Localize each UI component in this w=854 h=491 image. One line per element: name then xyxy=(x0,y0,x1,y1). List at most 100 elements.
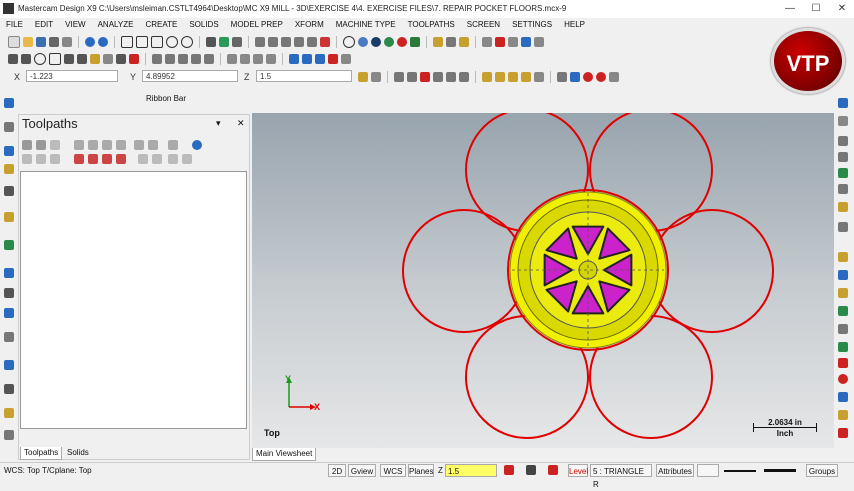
level-button[interactable]: Level xyxy=(568,464,588,477)
drafting-icon[interactable] xyxy=(90,54,100,64)
quick-mask-points-icon[interactable] xyxy=(838,116,848,126)
x-coordinate-input[interactable]: -1.223 xyxy=(26,70,118,82)
stock-icon[interactable] xyxy=(4,212,14,222)
vector-select-icon[interactable] xyxy=(459,72,469,82)
view-right-icon[interactable] xyxy=(281,37,291,47)
quick-mask-results-icon[interactable] xyxy=(838,358,848,368)
undo-icon[interactable] xyxy=(85,37,95,47)
solid-face-icon[interactable] xyxy=(482,72,492,82)
xform-rotate-icon[interactable] xyxy=(240,54,250,64)
toolpath-pocket-icon[interactable] xyxy=(302,54,312,64)
break-icon[interactable] xyxy=(129,54,139,64)
hatch-icon[interactable] xyxy=(4,430,14,440)
zoom-in-icon[interactable] xyxy=(166,36,178,48)
menu-model-prep[interactable]: MODEL PREP xyxy=(225,18,289,32)
select-dirty-ops-icon[interactable] xyxy=(36,140,46,150)
quick-mask-clear-icon[interactable] xyxy=(838,374,848,384)
point-style-icon[interactable] xyxy=(8,54,18,64)
tab-solids[interactable]: Solids xyxy=(64,447,92,459)
maximize-button[interactable]: ☐ xyxy=(804,1,828,16)
move-down-icon[interactable] xyxy=(74,154,84,164)
toolpath-contour-icon[interactable] xyxy=(289,54,299,64)
select-icon[interactable] xyxy=(4,308,14,318)
regenerate-icon[interactable] xyxy=(50,140,60,150)
analyze-icon[interactable] xyxy=(482,37,492,47)
menu-help[interactable]: HELP xyxy=(558,18,591,32)
line-icon[interactable] xyxy=(446,37,456,47)
zoom-fit-icon[interactable] xyxy=(136,36,148,48)
quick-mask-level-icon[interactable] xyxy=(838,270,848,280)
zoom-target-icon[interactable] xyxy=(151,36,163,48)
print-icon[interactable] xyxy=(49,37,59,47)
quick-mask-surfaces-icon[interactable] xyxy=(838,184,848,194)
zoom-window-icon[interactable] xyxy=(121,36,133,48)
wireframe-icon[interactable] xyxy=(343,36,355,48)
gview-button[interactable]: Gview xyxy=(348,464,376,477)
menu-file[interactable]: FILE xyxy=(0,18,29,32)
minimize-button[interactable]: — xyxy=(778,1,802,16)
toggle-post-icon[interactable] xyxy=(36,154,46,164)
unhide-icon[interactable] xyxy=(596,72,606,82)
fast-point-icon[interactable] xyxy=(371,72,381,82)
view-iso-icon[interactable] xyxy=(294,37,304,47)
quick-mask-all-icon[interactable] xyxy=(838,98,848,108)
clear-colors-icon[interactable] xyxy=(583,72,593,82)
quick-mask-lines-icon[interactable] xyxy=(838,136,848,146)
2d-3d-toggle-button[interactable]: 2D xyxy=(328,464,346,477)
line-style-select[interactable] xyxy=(724,470,756,472)
transform-icon[interactable] xyxy=(521,37,531,47)
solid-color-icon[interactable] xyxy=(526,465,536,475)
toggle-lock-icon[interactable] xyxy=(50,154,60,164)
new-file-icon[interactable] xyxy=(8,36,20,48)
menu-analyze[interactable]: ANALYZE xyxy=(92,18,140,32)
cut-icon[interactable] xyxy=(62,37,72,47)
collapse-icon[interactable] xyxy=(152,154,162,164)
close-button[interactable]: ✕ xyxy=(830,1,854,16)
quick-mask-entity-icon[interactable] xyxy=(838,410,848,420)
dynamic-rotate-icon[interactable] xyxy=(219,37,229,47)
toggle-display-icon[interactable] xyxy=(22,154,32,164)
art-icon[interactable] xyxy=(4,164,14,174)
xform-translate-icon[interactable] xyxy=(227,54,237,64)
view-top-icon[interactable] xyxy=(255,37,265,47)
levels-manager-icon[interactable] xyxy=(4,146,14,156)
view-cplane-icon[interactable] xyxy=(307,37,317,47)
mirror-icon[interactable] xyxy=(534,37,544,47)
insert-arrow-icon[interactable] xyxy=(102,154,112,164)
solid-edge-icon[interactable] xyxy=(495,72,505,82)
attributes-button[interactable]: Attributes xyxy=(656,464,694,477)
move-up-icon[interactable] xyxy=(88,154,98,164)
view-options-icon[interactable] xyxy=(320,37,330,47)
z-coordinate-input[interactable]: 1.5 xyxy=(256,70,352,82)
menu-toolpaths[interactable]: TOOLPATHS xyxy=(402,18,461,32)
planes-icon[interactable] xyxy=(4,186,14,196)
select-only-icon[interactable] xyxy=(407,72,417,82)
panel-close-button[interactable]: ✕ xyxy=(237,118,245,129)
quick-mask-faces-icon[interactable] xyxy=(838,288,848,298)
expand-icon[interactable] xyxy=(138,154,148,164)
menu-edit[interactable]: EDIT xyxy=(29,18,59,32)
y-coordinate-input[interactable]: 4.89952 xyxy=(142,70,238,82)
panel-pin-button[interactable]: ▾ xyxy=(216,118,221,129)
circle-icon[interactable] xyxy=(34,53,46,65)
surface-tool-icon[interactable] xyxy=(4,332,14,342)
toolpath-drill-icon[interactable] xyxy=(315,54,325,64)
quick-mask-solids-icon[interactable] xyxy=(838,202,848,212)
solid-fillet-icon[interactable] xyxy=(204,54,214,64)
toolpath-tree[interactable] xyxy=(20,171,247,429)
delete-ops-icon[interactable] xyxy=(148,140,158,150)
translucency-icon[interactable] xyxy=(410,37,420,47)
quick-mask-splines-icon[interactable] xyxy=(838,168,848,178)
point-icon[interactable] xyxy=(459,37,469,47)
help-icon[interactable] xyxy=(192,140,202,150)
select-all-icon[interactable] xyxy=(394,72,404,82)
shade-icon[interactable] xyxy=(371,37,381,47)
quick-mask-group-icon[interactable] xyxy=(838,392,848,402)
post-ops-icon[interactable] xyxy=(116,140,126,150)
sketch-icon[interactable] xyxy=(433,37,443,47)
wcs-button[interactable]: WCS xyxy=(380,464,406,477)
menu-solids[interactable]: SOLIDS xyxy=(183,18,224,32)
quick-mask-invert-icon[interactable] xyxy=(838,428,848,438)
toolpath-manager-icon[interactable] xyxy=(4,98,14,108)
menu-create[interactable]: CREATE xyxy=(139,18,183,32)
